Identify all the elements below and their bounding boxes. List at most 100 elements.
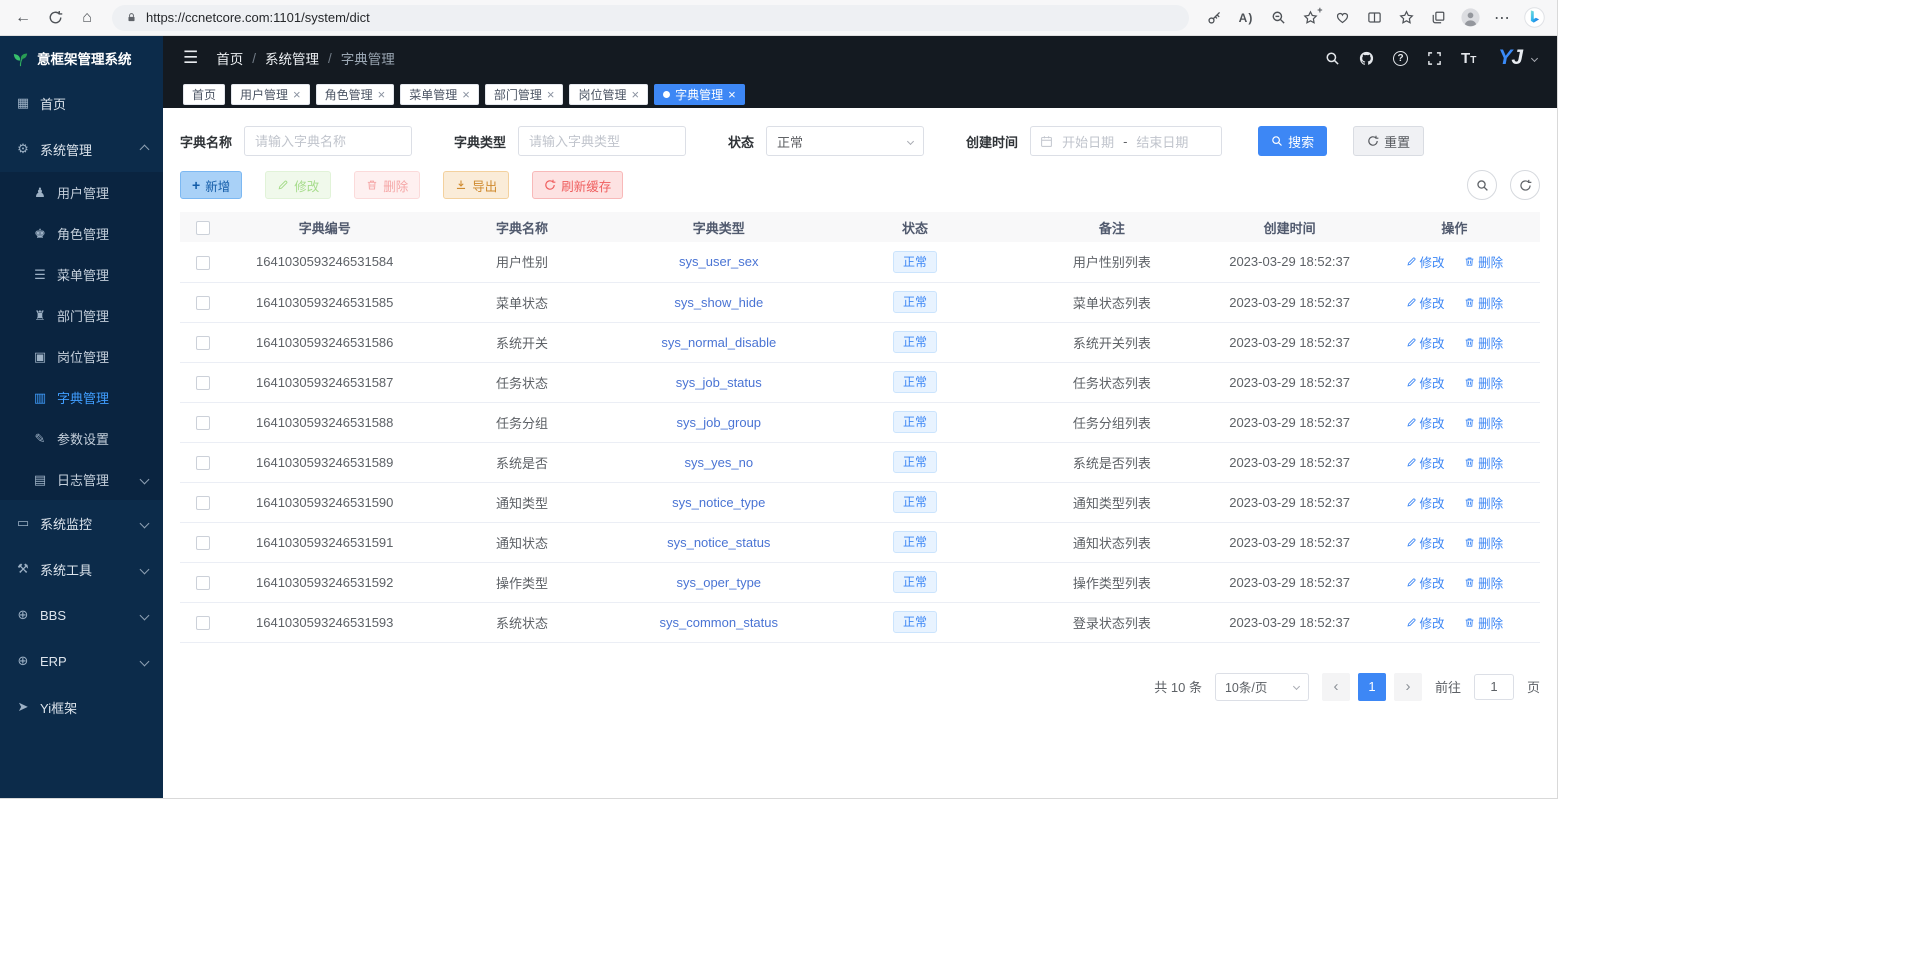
prev-page-button[interactable]: ‹ (1322, 673, 1350, 701)
tab-4[interactable]: 部门管理× (485, 84, 564, 105)
row-checkbox[interactable] (196, 456, 210, 470)
sidebar-item-system[interactable]: ⚙ 系统管理 (0, 126, 163, 172)
row-checkbox[interactable] (196, 616, 210, 630)
row-checkbox[interactable] (196, 576, 210, 590)
dict-type-link[interactable]: sys_normal_disable (661, 335, 776, 350)
row-delete-link[interactable]: 删除 (1464, 413, 1503, 432)
row-edit-link[interactable]: 修改 (1406, 293, 1445, 312)
fullscreen-icon[interactable] (1427, 51, 1442, 66)
row-delete-link[interactable]: 删除 (1464, 533, 1503, 552)
row-checkbox[interactable] (196, 416, 210, 430)
row-edit-link[interactable]: 修改 (1406, 373, 1445, 392)
status-select[interactable]: 正常 (766, 126, 924, 156)
row-delete-link[interactable]: 删除 (1464, 493, 1503, 512)
row-edit-link[interactable]: 修改 (1406, 613, 1445, 632)
dict-type-link[interactable]: sys_notice_status (667, 535, 770, 550)
goto-page-input[interactable] (1474, 674, 1514, 700)
page-size-select[interactable]: 10条/页 (1215, 673, 1309, 701)
sidebar-item-log[interactable]: ▤ 日志管理 (0, 459, 163, 500)
sidebar-item-tools[interactable]: ⚒ 系统工具 (0, 546, 163, 592)
corner-logo[interactable]: YJ (1498, 46, 1522, 70)
back-icon[interactable]: ← (8, 3, 38, 33)
tab-5[interactable]: 岗位管理× (569, 84, 648, 105)
edit-button[interactable]: 修改 (265, 171, 331, 199)
close-icon[interactable]: × (462, 88, 470, 101)
dict-type-link[interactable]: sys_oper_type (676, 575, 761, 590)
breadcrumb-item[interactable]: 字典管理 (341, 48, 395, 68)
more-icon[interactable]: ⋯ (1487, 3, 1517, 33)
dict-type-link[interactable]: sys_user_sex (679, 254, 758, 269)
row-checkbox[interactable] (196, 496, 210, 510)
add-button[interactable]: + 新增 (180, 171, 242, 199)
row-edit-link[interactable]: 修改 (1406, 413, 1445, 432)
sidebar-item-config[interactable]: ✎ 参数设置 (0, 418, 163, 459)
dict-type-link[interactable]: sys_job_status (676, 375, 762, 390)
export-button[interactable]: 导出 (443, 171, 509, 199)
row-checkbox[interactable] (196, 336, 210, 350)
row-delete-link[interactable]: 删除 (1464, 573, 1503, 592)
sidebar-item-role[interactable]: ♚ 角色管理 (0, 213, 163, 254)
delete-button[interactable]: 删除 (354, 171, 420, 199)
home-icon[interactable]: ⌂ (72, 3, 102, 33)
favorites-icon[interactable] (1391, 3, 1421, 33)
close-icon[interactable]: × (547, 88, 555, 101)
collections-icon[interactable] (1423, 3, 1453, 33)
dict-type-link[interactable]: sys_yes_no (684, 455, 753, 470)
close-icon[interactable]: × (631, 88, 639, 101)
close-icon[interactable]: × (293, 88, 301, 101)
close-icon[interactable]: × (378, 88, 386, 101)
tab-2[interactable]: 角色管理× (316, 84, 395, 105)
sidebar-item-user[interactable]: ♟ 用户管理 (0, 172, 163, 213)
row-checkbox[interactable] (196, 376, 210, 390)
address-bar[interactable]: https://ccnetcore.com:1101/system/dict (112, 5, 1189, 31)
search-icon[interactable] (1325, 51, 1340, 66)
tab-3[interactable]: 菜单管理× (400, 84, 479, 105)
breadcrumb-item[interactable]: 首页 (216, 48, 243, 68)
row-edit-link[interactable]: 修改 (1406, 453, 1445, 472)
refresh-table-button[interactable] (1510, 170, 1540, 200)
refresh-cache-button[interactable]: 刷新缓存 (532, 171, 623, 199)
sidebar-item-bbs[interactable]: ⊕ BBS (0, 592, 163, 638)
key-icon[interactable] (1199, 3, 1229, 33)
essentials-icon[interactable] (1327, 3, 1357, 33)
dict-type-link[interactable]: sys_common_status (660, 615, 779, 630)
row-delete-link[interactable]: 删除 (1464, 453, 1503, 472)
row-edit-link[interactable]: 修改 (1406, 493, 1445, 512)
sidebar-item-yi[interactable]: ➤ Yi框架 (0, 684, 163, 730)
sidebar-item-erp[interactable]: ⊕ ERP (0, 638, 163, 684)
sidebar-item-dept[interactable]: ♜ 部门管理 (0, 295, 163, 336)
dict-name-input[interactable] (244, 126, 412, 156)
dict-type-link[interactable]: sys_show_hide (674, 295, 763, 310)
tab-1[interactable]: 用户管理× (231, 84, 310, 105)
row-delete-link[interactable]: 删除 (1464, 373, 1503, 392)
search-button[interactable]: 搜索 (1258, 126, 1327, 156)
row-edit-link[interactable]: 修改 (1406, 333, 1445, 352)
sidebar-item-monitor[interactable]: ▭ 系统监控 (0, 500, 163, 546)
read-aloud-icon[interactable]: A) (1231, 3, 1261, 33)
bing-icon[interactable] (1519, 3, 1549, 33)
dict-type-link[interactable]: sys_notice_type (672, 495, 765, 510)
row-checkbox[interactable] (196, 536, 210, 550)
date-range-picker[interactable]: 开始日期 - 结束日期 (1030, 126, 1222, 156)
menu-toggle-icon[interactable]: ☰ (183, 48, 198, 68)
sidebar-item-dict[interactable]: ▥ 字典管理 (0, 377, 163, 418)
reset-button[interactable]: 重置 (1353, 126, 1424, 156)
close-icon[interactable]: × (728, 88, 736, 101)
row-checkbox[interactable] (196, 296, 210, 310)
split-screen-icon[interactable] (1359, 3, 1389, 33)
dict-type-link[interactable]: sys_job_group (676, 415, 761, 430)
refresh-icon[interactable] (40, 3, 70, 33)
row-edit-link[interactable]: 修改 (1406, 252, 1445, 271)
profile-avatar[interactable] (1455, 3, 1485, 33)
tab-6[interactable]: 字典管理× (654, 84, 745, 105)
row-edit-link[interactable]: 修改 (1406, 533, 1445, 552)
next-page-button[interactable]: › (1394, 673, 1422, 701)
row-delete-link[interactable]: 删除 (1464, 252, 1503, 271)
current-page-button[interactable]: 1 (1358, 673, 1386, 701)
row-delete-link[interactable]: 删除 (1464, 613, 1503, 632)
sidebar-item-post[interactable]: ▣ 岗位管理 (0, 336, 163, 377)
row-edit-link[interactable]: 修改 (1406, 573, 1445, 592)
show-search-toggle-button[interactable] (1467, 170, 1497, 200)
dict-type-input[interactable] (518, 126, 686, 156)
question-icon[interactable]: ? (1393, 51, 1408, 66)
